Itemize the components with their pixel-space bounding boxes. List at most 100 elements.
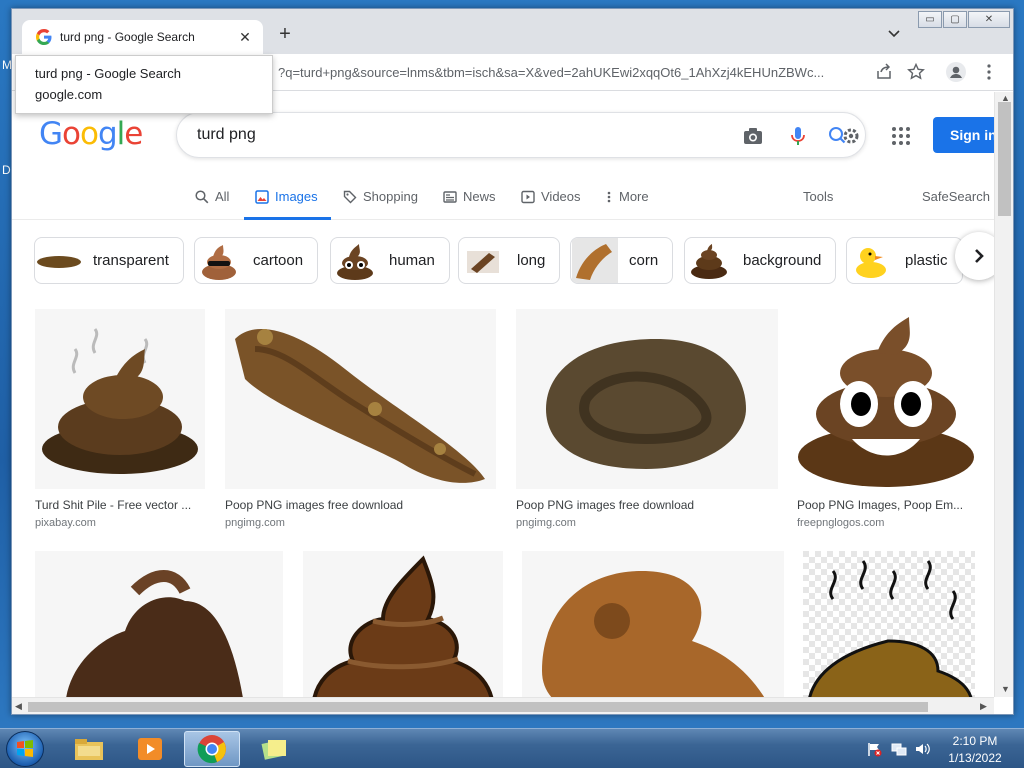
result-site[interactable]: freepnglogos.com: [797, 517, 975, 529]
system-clock[interactable]: 2:10 PM 1/13/2022: [945, 734, 1005, 765]
image-result[interactable]: [803, 551, 975, 697]
image-result[interactable]: Poop PNG Images, Poop Em... freepnglogos…: [797, 309, 975, 529]
result-thumbnail[interactable]: [225, 309, 496, 489]
search-input[interactable]: turd png: [197, 126, 256, 144]
chip-thumbnail: [571, 238, 619, 283]
tab-search-chevron-icon[interactable]: [887, 27, 901, 41]
safesearch-button[interactable]: SafeSearch: [922, 189, 990, 204]
new-tab-button[interactable]: +: [274, 23, 296, 46]
window-controls: ▭ ▢ ✕: [917, 11, 1010, 28]
result-thumbnail[interactable]: [35, 551, 283, 697]
browser-tab[interactable]: turd png - Google Search ✕: [22, 20, 263, 54]
result-thumbnail[interactable]: [797, 309, 975, 489]
taskbar-chrome[interactable]: [184, 731, 240, 767]
chip-background[interactable]: background: [684, 237, 837, 284]
curled-turd-image: [522, 551, 784, 697]
horizontal-scroll-thumb[interactable]: [28, 702, 928, 712]
image-result[interactable]: Poop PNG images free download pngimg.com: [225, 309, 496, 529]
share-icon[interactable]: [875, 63, 893, 81]
result-title[interactable]: Poop PNG images free download: [225, 498, 496, 512]
result-thumbnail[interactable]: [522, 551, 784, 697]
clock-date: 1/13/2022: [948, 751, 1002, 765]
taskbar-explorer[interactable]: [61, 731, 117, 767]
logo-letter: g: [97, 116, 118, 152]
tab-strip: turd png - Google Search ✕ + ▭ ▢ ✕: [12, 9, 1013, 54]
chip-cartoon[interactable]: cartoon: [194, 237, 319, 284]
scroll-right-arrow-icon[interactable]: ▶: [980, 701, 987, 712]
google-logo[interactable]: Google: [39, 116, 143, 152]
folder-icon: [75, 739, 103, 760]
result-title[interactable]: Poop PNG images free download: [516, 498, 778, 512]
tab-images[interactable]: Images: [255, 189, 318, 204]
result-title[interactable]: Poop PNG Images, Poop Em...: [797, 498, 975, 512]
chip-label: long: [517, 252, 546, 269]
search-box[interactable]: turd png: [176, 112, 866, 158]
chip-human[interactable]: human: [330, 237, 450, 284]
scroll-left-arrow-icon[interactable]: ◀: [15, 701, 22, 712]
chip-long[interactable]: long: [458, 237, 561, 284]
google-apps-grid-icon[interactable]: [891, 126, 911, 146]
horizontal-scrollbar[interactable]: ◀ ▶: [12, 697, 994, 714]
tools-label: Tools: [803, 189, 834, 204]
taskbar-media-player[interactable]: [122, 731, 178, 767]
profile-avatar-icon[interactable]: [946, 62, 966, 82]
chip-label: plastic: [905, 252, 948, 269]
chip-transparent[interactable]: transparent: [34, 237, 184, 284]
result-title[interactable]: Turd Shit Pile - Free vector ...: [35, 498, 205, 512]
taskbar-sticky-notes[interactable]: [246, 731, 302, 767]
vertical-scrollbar[interactable]: ▲ ▼: [994, 92, 1013, 697]
result-thumbnail[interactable]: [35, 309, 205, 489]
result-site[interactable]: pngimg.com: [225, 517, 496, 529]
maximize-button[interactable]: ▢: [943, 11, 967, 28]
stinky-poop-image: [803, 551, 975, 697]
tab-more[interactable]: More: [605, 189, 649, 204]
result-thumbnail[interactable]: [303, 551, 503, 697]
tab-all[interactable]: All: [195, 189, 229, 204]
browser-menu-icon[interactable]: [980, 63, 998, 81]
tools-button[interactable]: Tools: [803, 189, 833, 204]
address-bar[interactable]: ?q=turd+png&source=lnms&tbm=isch&sa=X&ve…: [278, 65, 863, 80]
chrome-icon: [197, 735, 226, 764]
tab-news[interactable]: News: [443, 189, 496, 204]
image-result[interactable]: Poop PNG images free download pngimg.com: [516, 309, 778, 529]
tab-shopping[interactable]: Shopping: [343, 189, 418, 204]
image-result[interactable]: Turd Shit Pile - Free vector ... pixabay…: [35, 309, 205, 529]
image-result[interactable]: [35, 551, 283, 697]
tab-images-label: Images: [275, 189, 318, 204]
result-thumbnail[interactable]: [516, 309, 778, 489]
network-icon[interactable]: [891, 741, 907, 757]
search-icon: [195, 189, 209, 203]
cartoon-poop-icon: [202, 244, 236, 280]
result-site[interactable]: pngimg.com: [516, 517, 778, 529]
tab-close-icon[interactable]: ✕: [237, 29, 253, 46]
chip-thumbnail: [35, 238, 83, 283]
chip-thumbnail: [685, 238, 733, 283]
action-center-flag-icon[interactable]: [866, 741, 882, 757]
scroll-down-arrow-icon[interactable]: ▼: [1001, 684, 1010, 694]
start-button[interactable]: [6, 731, 44, 767]
tab-all-label: All: [215, 189, 230, 204]
tab-videos[interactable]: Videos: [521, 189, 581, 204]
volume-icon[interactable]: [914, 741, 930, 757]
chip-corn[interactable]: corn: [570, 237, 674, 284]
bookmark-star-icon[interactable]: [907, 63, 925, 81]
tab-shopping-label: Shopping: [363, 189, 418, 204]
search-settings-icon[interactable]: [827, 125, 861, 147]
minimize-button[interactable]: ▭: [918, 11, 942, 28]
microphone-icon[interactable]: [787, 125, 809, 147]
sign-in-button[interactable]: Sign in: [933, 117, 994, 153]
result-thumbnail[interactable]: [803, 551, 975, 697]
corn-turd-icon: [572, 238, 618, 283]
google-images-page: Google turd png Sign in All Images Shopp…: [12, 92, 994, 697]
chip-plastic[interactable]: plastic: [846, 237, 963, 284]
result-site[interactable]: pixabay.com: [35, 517, 205, 529]
desktop-icon-label[interactable]: D: [2, 163, 11, 177]
chip-thumbnail: [847, 238, 895, 283]
camera-search-icon[interactable]: [742, 125, 764, 147]
image-result[interactable]: [522, 551, 784, 697]
vertical-scroll-thumb[interactable]: [998, 102, 1011, 216]
image-result[interactable]: [303, 551, 503, 697]
chip-label: cartoon: [253, 252, 304, 269]
tab-hover-tooltip: turd png - Google Search google.com: [15, 55, 273, 114]
close-window-button[interactable]: ✕: [968, 11, 1010, 28]
